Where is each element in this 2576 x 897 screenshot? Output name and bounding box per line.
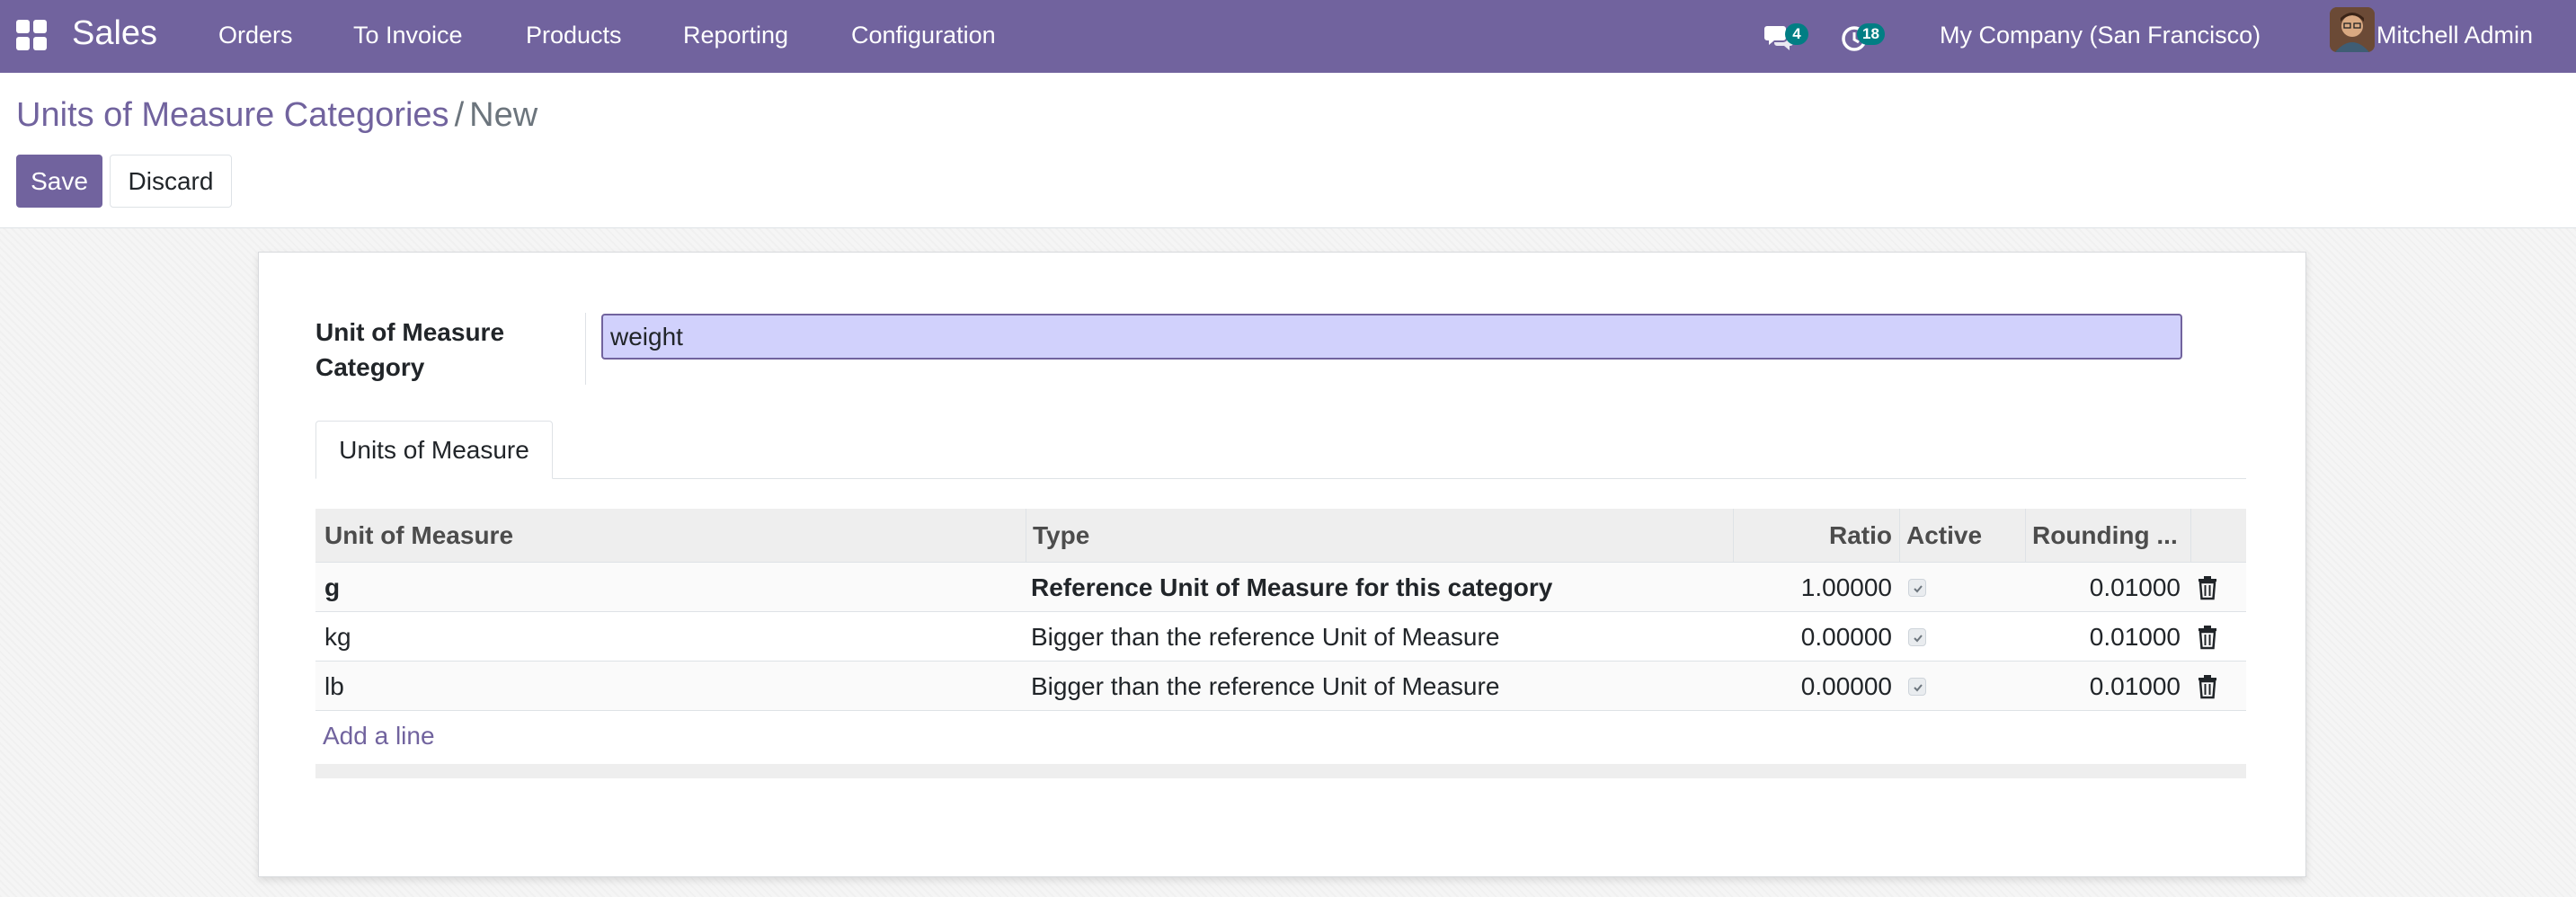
menu-configuration[interactable]: Configuration <box>851 20 996 50</box>
header-active[interactable]: Active <box>1906 509 2023 563</box>
trash-icon[interactable] <box>2197 575 2218 600</box>
table-footer <box>315 764 2246 778</box>
menu-orders[interactable]: Orders <box>218 20 293 50</box>
cell-ratio: 0.00000 <box>1800 672 1892 700</box>
column-separator <box>2025 509 2026 563</box>
save-button[interactable]: Save <box>16 155 102 208</box>
table-header: Unit of Measure Type Ratio Active Roundi… <box>315 509 2246 563</box>
header-rounding[interactable]: Rounding ... <box>2032 509 2190 563</box>
breadcrumb: Units of Measure Categories / New <box>16 94 537 136</box>
activities-button[interactable]: 18 <box>1837 16 1885 56</box>
check-icon <box>1914 635 1923 643</box>
header-type[interactable]: Type <box>1033 509 1716 563</box>
label-divider <box>585 313 586 385</box>
cell-rounding: 0.01000 <box>2089 672 2181 700</box>
cell-uom: lb <box>324 672 344 700</box>
breadcrumb-separator: / <box>454 96 465 134</box>
tab-divider <box>315 478 2246 479</box>
trash-icon[interactable] <box>2197 674 2218 699</box>
control-panel: Units of Measure Categories / New Save Dis… <box>0 73 2576 228</box>
add-line-row: Add a line <box>315 711 2246 760</box>
app-brand[interactable]: Sales <box>72 13 157 54</box>
cell-rounding: 0.01000 <box>2089 573 2181 601</box>
add-line-link[interactable]: Add a line <box>323 711 435 760</box>
category-name-input[interactable] <box>601 314 2182 360</box>
menu-reporting[interactable]: Reporting <box>683 20 788 50</box>
cell-uom: g <box>324 573 341 601</box>
cell-ratio: 0.00000 <box>1800 623 1892 651</box>
company-switcher[interactable]: My Company (San Francisco) <box>1940 20 2261 50</box>
check-icon <box>1914 585 1923 593</box>
top-navbar: Sales Orders To Invoice Products Reporti… <box>0 0 2576 73</box>
table-row[interactable]: g Reference Unit of Measure for this cat… <box>315 563 2246 612</box>
active-checkbox[interactable] <box>1908 628 1926 646</box>
active-checkbox[interactable] <box>1908 678 1926 696</box>
trash-icon[interactable] <box>2197 625 2218 650</box>
messaging-button[interactable]: 4 <box>1762 16 1808 56</box>
table-row[interactable]: kg Bigger than the reference Unit of Mea… <box>315 612 2246 662</box>
user-avatar[interactable] <box>2330 7 2375 52</box>
cell-type: Reference Unit of Measure for this categ… <box>1031 573 1553 601</box>
column-separator <box>1899 509 1900 563</box>
cell-rounding: 0.01000 <box>2089 623 2181 651</box>
menu-products[interactable]: Products <box>526 20 622 50</box>
header-ratio[interactable]: Ratio <box>1739 509 1892 563</box>
menu-to-invoice[interactable]: To Invoice <box>353 20 463 50</box>
discard-button[interactable]: Discard <box>110 155 232 208</box>
cell-type: Bigger than the reference Unit of Measur… <box>1031 623 1500 651</box>
check-icon <box>1914 684 1923 692</box>
column-separator <box>1733 509 1734 563</box>
messages-count-badge: 4 <box>1785 23 1808 45</box>
header-unit-of-measure[interactable]: Unit of Measure <box>324 509 1017 563</box>
breadcrumb-parent[interactable]: Units of Measure Categories <box>16 96 449 134</box>
column-separator <box>2190 509 2191 563</box>
apps-menu-icon[interactable] <box>16 20 47 50</box>
tab-units-of-measure[interactable]: Units of Measure <box>315 421 553 479</box>
activities-count-badge: 18 <box>1857 23 1885 45</box>
breadcrumb-current: New <box>469 96 538 134</box>
user-menu[interactable]: Mitchell Admin <box>2376 20 2533 50</box>
cell-ratio: 1.00000 <box>1800 573 1892 601</box>
category-label: Unit of Measure Category <box>315 318 505 381</box>
cell-type: Bigger than the reference Unit of Measur… <box>1031 672 1500 700</box>
active-checkbox[interactable] <box>1908 579 1926 597</box>
cell-uom: kg <box>324 623 351 651</box>
table-row[interactable]: lb Bigger than the reference Unit of Mea… <box>315 662 2246 711</box>
